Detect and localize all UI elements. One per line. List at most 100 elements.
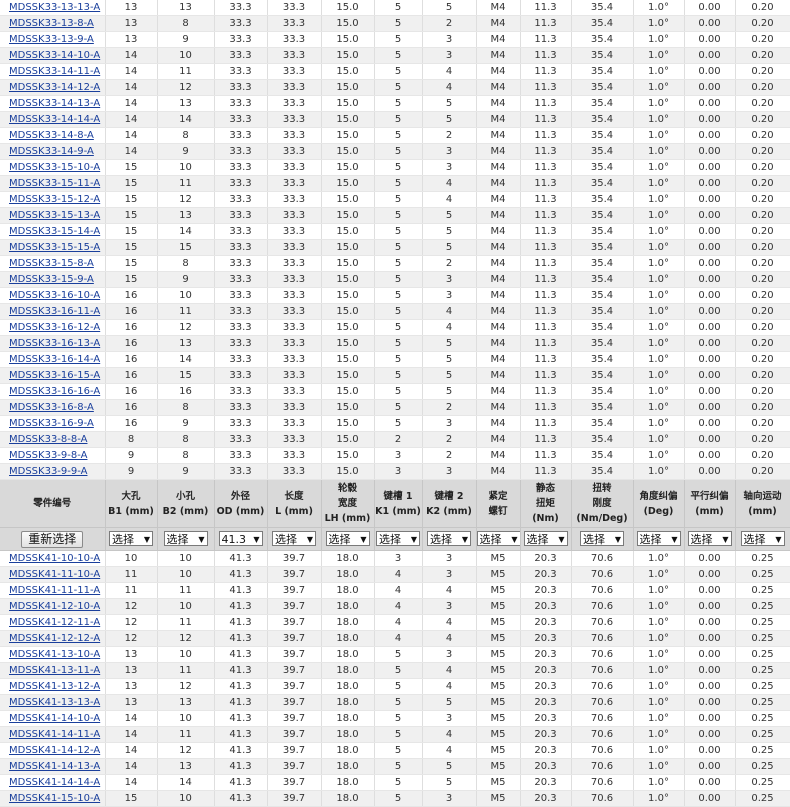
cell-bore-b2: 9 [157, 31, 215, 48]
part-number-link[interactable]: MDSSK41-14-13-A [9, 761, 100, 772]
cell-keyway-k1: 5 [374, 383, 423, 400]
cell-bore-b2: 8 [157, 15, 215, 32]
cell-hub-width: 15.0 [321, 47, 375, 64]
cell-angular-misalignment: 1.0° [633, 399, 685, 416]
part-number-link[interactable]: MDSSK33-16-13-A [9, 338, 100, 349]
part-number-link[interactable]: MDSSK41-11-10-A [9, 569, 100, 580]
filter-select-keyway-k1[interactable]: 选择 ▼ [376, 530, 420, 546]
filter-select-bore-b1[interactable]: 选择 ▼ [109, 530, 153, 546]
part-number-link[interactable]: MDSSK33-14-10-A [9, 50, 100, 61]
cell-axial-motion: 0.20 [735, 191, 790, 208]
part-number-link[interactable]: MDSSK33-14-12-A [9, 82, 100, 93]
filter-select-keyway-k2[interactable]: 选择 ▼ [427, 530, 471, 546]
part-number-link[interactable]: MDSSK33-14-11-A [9, 66, 100, 77]
part-number-link[interactable]: MDSSK33-15-14-A [9, 226, 100, 237]
part-number-link[interactable]: MDSSK33-14-8-A [9, 130, 94, 141]
part-number-link[interactable]: MDSSK33-16-15-A [9, 370, 100, 381]
part-number-link[interactable]: MDSSK33-9-9-A [9, 466, 87, 477]
part-number-link[interactable]: MDSSK33-13-13-A [9, 2, 100, 13]
cell-torsional-stiffness: 35.4 [571, 175, 634, 192]
cell-keyway-k1: 5 [374, 758, 423, 775]
part-number-link[interactable]: MDSSK33-16-11-A [9, 306, 100, 317]
cell-bore-b2: 14 [157, 351, 215, 368]
filter-select-outer-diameter[interactable]: 41.3 ▼ [218, 530, 263, 546]
cell-hub-width: 15.0 [321, 127, 375, 144]
cell-outer-diameter: 33.3 [214, 79, 268, 96]
filter-select-angular-misalignment[interactable]: 选择 ▼ [636, 530, 681, 546]
part-number-link[interactable]: MDSSK33-16-10-A [9, 290, 100, 301]
cell-axial-motion: 0.20 [735, 335, 790, 352]
part-number-link[interactable]: MDSSK33-14-14-A [9, 114, 100, 125]
part-number-link[interactable]: MDSSK41-14-10-A [9, 713, 100, 724]
cell-set-screw: M4 [476, 0, 521, 16]
part-number-link[interactable]: MDSSK41-13-10-A [9, 649, 100, 660]
chevron-down-icon: ▼ [410, 534, 417, 544]
filter-select-length[interactable]: 选择 ▼ [272, 530, 316, 546]
cell-keyway-k2: 4 [422, 662, 477, 679]
cell-length: 33.3 [267, 0, 322, 16]
part-number-link[interactable]: MDSSK33-15-8-A [9, 258, 94, 269]
part-number-link[interactable]: MDSSK33-8-8-A [9, 434, 87, 445]
cell-bore-b2: 10 [157, 790, 215, 807]
part-number-link[interactable]: MDSSK33-14-9-A [9, 146, 94, 157]
cell-torsional-stiffness: 35.4 [571, 79, 634, 96]
part-number-link[interactable]: MDSSK41-14-12-A [9, 745, 100, 756]
part-number-link[interactable]: MDSSK41-12-11-A [9, 617, 100, 628]
filter-select-torsional-stiffness[interactable]: 选择 ▼ [580, 530, 624, 546]
part-number-link[interactable]: MDSSK33-13-8-A [9, 18, 94, 29]
part-number-link[interactable]: MDSSK41-14-14-A [9, 777, 100, 788]
filter-select-axial-motion[interactable]: 选择 ▼ [740, 530, 785, 546]
part-number-link[interactable]: MDSSK41-13-13-A [9, 697, 100, 708]
cell-length: 39.7 [267, 630, 322, 647]
part-number-link[interactable]: MDSSK41-12-12-A [9, 633, 100, 644]
cell-torsional-stiffness: 35.4 [571, 255, 634, 272]
cell-angular-misalignment: 1.0° [633, 550, 685, 567]
filter-select-hub-width[interactable]: 选择 ▼ [325, 530, 370, 546]
chevron-down-icon: ▼ [775, 534, 782, 544]
filter-select-set-screw[interactable]: 选择 ▼ [476, 530, 519, 546]
cell-bore-b2: 11 [157, 63, 215, 80]
part-number-link[interactable]: MDSSK41-12-10-A [9, 601, 100, 612]
part-number-link[interactable]: MDSSK33-15-12-A [9, 194, 100, 205]
part-number-link[interactable]: MDSSK33-16-16-A [9, 386, 100, 397]
part-number-link[interactable]: MDSSK33-15-13-A [9, 210, 100, 221]
cell-axial-motion: 0.25 [735, 598, 790, 615]
cell-parallel-misalignment: 0.00 [684, 582, 736, 599]
part-number-link[interactable]: MDSSK41-14-11-A [9, 729, 100, 740]
part-number-link[interactable]: MDSSK33-15-15-A [9, 242, 100, 253]
filter-select-parallel-misalignment[interactable]: 选择 ▼ [687, 530, 732, 546]
part-number-link[interactable]: MDSSK33-16-8-A [9, 402, 94, 413]
header-line: 大孔 [121, 490, 141, 502]
part-number-link[interactable]: MDSSK41-13-12-A [9, 681, 100, 692]
cell-axial-motion: 0.20 [735, 319, 790, 336]
filter-select-value: 选择 [690, 532, 713, 546]
cell-axial-motion: 0.25 [735, 550, 790, 567]
part-number-link[interactable]: MDSSK41-10-10-A [9, 553, 100, 564]
filter-select-bore-b2[interactable]: 选择 ▼ [163, 530, 208, 546]
part-number-link[interactable]: MDSSK41-13-11-A [9, 665, 100, 676]
part-number-link[interactable]: MDSSK33-13-9-A [9, 34, 94, 45]
cell-static-torque: 11.3 [520, 31, 572, 48]
cell-axial-motion: 0.25 [735, 630, 790, 647]
part-number-link[interactable]: MDSSK33-15-11-A [9, 178, 100, 189]
cell-axial-motion: 0.25 [735, 710, 790, 727]
part-number-link[interactable]: MDSSK33-14-13-A [9, 98, 100, 109]
part-number-link[interactable]: MDSSK33-15-10-A [9, 162, 100, 173]
header-bore-b1: 大孔 B1 (mm) [105, 479, 158, 528]
reset-button[interactable]: 重新选择 [21, 530, 84, 548]
part-number-link[interactable]: MDSSK33-9-8-A [9, 450, 87, 461]
cell-hub-width: 15.0 [321, 319, 375, 336]
part-number-link[interactable]: MDSSK33-16-14-A [9, 354, 100, 365]
part-number-link[interactable]: MDSSK41-11-11-A [9, 585, 100, 596]
part-number-link[interactable]: MDSSK33-15-9-A [9, 274, 94, 285]
cell-static-torque: 20.3 [520, 742, 572, 759]
cell-hub-width: 15.0 [321, 271, 375, 288]
filter-select-static-torque[interactable]: 选择 ▼ [523, 530, 568, 546]
cell-axial-motion: 0.20 [735, 63, 790, 80]
cell-bore-b1: 15 [105, 255, 158, 272]
part-number-link[interactable]: MDSSK41-15-10-A [9, 793, 100, 804]
cell-set-screw: M4 [476, 127, 521, 144]
part-number-link[interactable]: MDSSK33-16-9-A [9, 418, 94, 429]
cell-part-number: MDSSK33-14-13-A [0, 95, 106, 112]
part-number-link[interactable]: MDSSK33-16-12-A [9, 322, 100, 333]
